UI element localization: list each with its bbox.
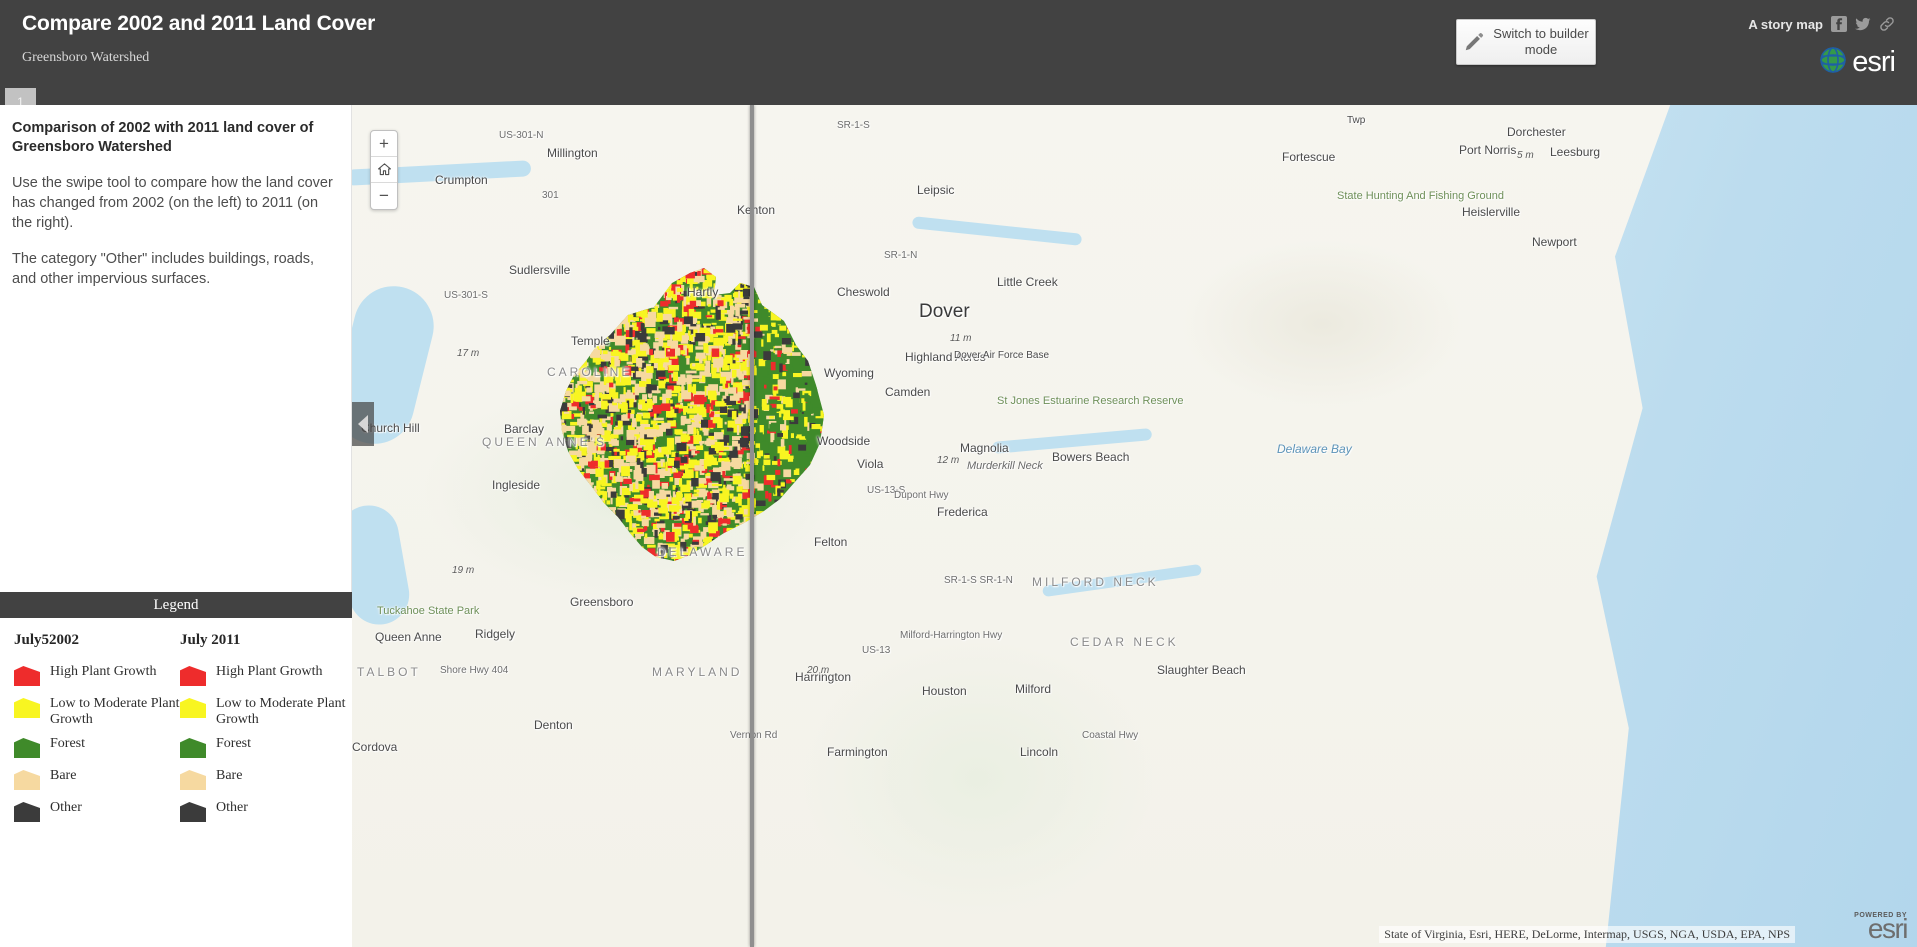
swipe-divider-handle[interactable] — [750, 105, 754, 947]
twitter-icon[interactable] — [1855, 16, 1871, 32]
esri-globe-icon — [1820, 47, 1847, 78]
legend-swatch — [180, 802, 206, 822]
scale-label-12m: 12 m — [937, 455, 960, 466]
zoom-out-button[interactable]: − — [371, 183, 397, 209]
app-header: Compare 2002 and 2011 Land Cover Greensb… — [0, 0, 1917, 116]
legend-item-label: Low to Moderate Plant Growth — [216, 696, 346, 727]
powered-by-esri: POWERED BY esri — [1854, 912, 1909, 945]
legend-panel: Legend July52002 High Plant Growth Low to … — [0, 592, 352, 947]
legend-swatch — [14, 698, 40, 718]
panel-paragraph-2: The category "Other" includes buildings,… — [12, 251, 315, 287]
legend-swatch — [14, 770, 40, 790]
legend-column-1: July 2011 High Plant Growth Low to Moderat… — [180, 632, 346, 832]
page-subtitle: Greensboro Watershed — [22, 50, 150, 65]
legend-item-label: Bare — [216, 768, 243, 783]
scale-label-11m: 11 m — [950, 333, 972, 344]
facebook-icon[interactable] — [1831, 16, 1847, 32]
legend-column-0: July52002 High Plant Growth Low to Moderat… — [14, 632, 180, 832]
legend-item-label: Other — [50, 800, 82, 815]
panel-heading: Comparison of 2002 with 2011 land cover … — [12, 120, 314, 155]
chevron-left-icon — [358, 415, 368, 433]
story-side-panel: Comparison of 2002 with 2011 land cover … — [0, 105, 352, 947]
home-button[interactable] — [371, 157, 397, 183]
scale-label-5m: 5 m — [1517, 150, 1534, 161]
land-cover-overlay — [560, 268, 824, 561]
esri-wordmark: esri — [1852, 46, 1896, 78]
legend-item: High Plant Growth — [180, 664, 346, 688]
legend-column-title: July 2011 — [180, 632, 241, 648]
legend-column-title: July52002 — [14, 632, 80, 648]
legend-item: Bare — [14, 768, 180, 792]
legend-swatch — [180, 738, 206, 758]
story-map-label: A story map — [1748, 16, 1823, 32]
map-canvas[interactable]: + − Dover Millington Crumpton Sudlersville B… — [352, 105, 1917, 947]
legend-swatch — [14, 666, 40, 686]
legend-swatch — [14, 738, 40, 758]
legend-item: Bare — [180, 768, 346, 792]
legend-item: High Plant Growth — [14, 664, 180, 688]
legend-swatch — [180, 698, 206, 718]
legend-item-label: Low to Moderate Plant Growth — [50, 696, 180, 727]
legend-item: Forest — [14, 736, 180, 760]
esri-powered-wordmark: esri — [1867, 913, 1909, 944]
legend-swatch — [180, 666, 206, 686]
legend-item-label: High Plant Growth — [216, 664, 323, 679]
legend-item: Low to Moderate Plant Growth — [180, 696, 346, 728]
link-icon[interactable] — [1879, 16, 1895, 32]
home-icon — [377, 163, 391, 176]
map-attribution: State of Virginia, Esri, HERE, DeLorme, … — [1379, 926, 1795, 943]
legend-item-label: Forest — [50, 736, 85, 751]
builder-button-label: Switch to builder mode — [1493, 26, 1589, 57]
pencil-icon — [1457, 31, 1491, 53]
switch-to-builder-mode-button[interactable]: Switch to builder mode — [1456, 19, 1596, 65]
scale-label-19m: 19 m — [452, 565, 475, 576]
legend-item-label: Bare — [50, 768, 77, 783]
legend-swatch — [180, 770, 206, 790]
map-zoom-controls[interactable]: + − — [370, 130, 398, 210]
scale-label-17m: 17 m — [457, 348, 480, 359]
legend-swatch — [14, 802, 40, 822]
legend-title: Legend — [0, 592, 352, 618]
legend-body: July52002 High Plant Growth Low to Moderat… — [0, 618, 352, 832]
esri-logo: esri — [1820, 46, 1896, 79]
scale-label-20m: 20 m — [807, 665, 830, 676]
zoom-in-button[interactable]: + — [371, 131, 397, 157]
legend-item: Other — [14, 800, 180, 824]
page-title: Compare 2002 and 2011 Land Cover — [22, 12, 376, 35]
legend-item: Low to Moderate Plant Growth — [14, 696, 180, 728]
story-map-share-group: A story map — [1748, 16, 1895, 32]
legend-item: Other — [180, 800, 346, 824]
panel-text-block: Comparison of 2002 with 2011 land cover … — [0, 105, 351, 289]
story-map-app: Compare 2002 and 2011 Land Cover Greensb… — [0, 0, 1917, 947]
panel-collapse-toggle[interactable] — [352, 402, 374, 446]
legend-item: Forest — [180, 736, 346, 760]
legend-item-label: Forest — [216, 736, 251, 751]
legend-item-label: High Plant Growth — [50, 664, 157, 679]
legend-item-label: Other — [216, 800, 248, 815]
panel-paragraph-1: Use the swipe tool to compare how the la… — [12, 175, 333, 231]
